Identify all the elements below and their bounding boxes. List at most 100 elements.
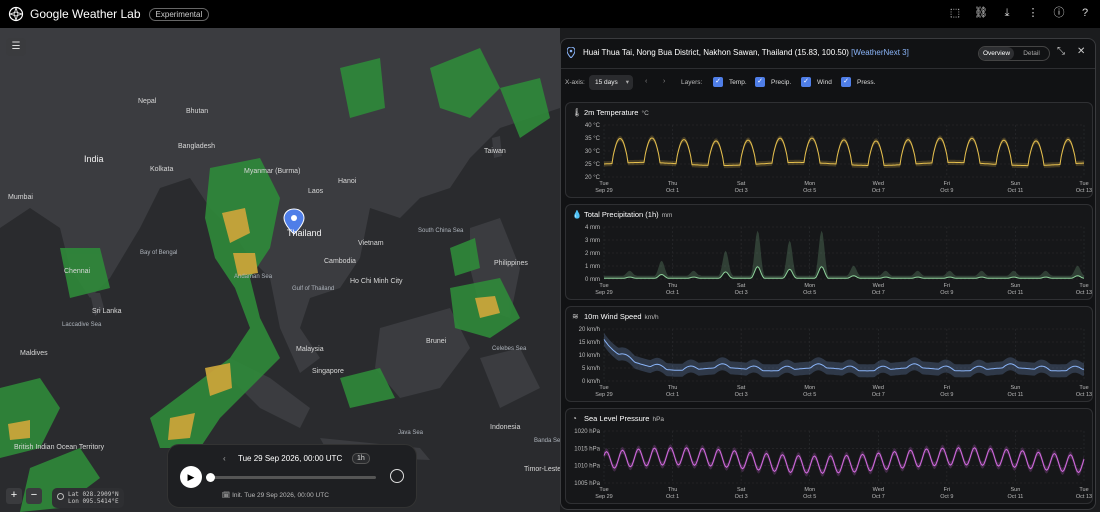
timeline-thumb[interactable] <box>206 473 215 482</box>
app-title: Google Weather Lab <box>30 7 141 21</box>
sync-icon[interactable] <box>390 469 404 483</box>
x-tick-day: Wed <box>873 181 884 187</box>
collapse-icon[interactable]: ⤡ <box>1057 46 1065 57</box>
x-tick-date: Oct 1 <box>666 494 679 500</box>
layer-filter-button[interactable]: ☰ <box>6 38 26 56</box>
y-tick-label: 30 °C <box>585 149 601 155</box>
precipitation-chart[interactable]: 💧 Total Precipitation (1h) mm 4 mm 3 mm 2 m… <box>565 204 1093 300</box>
xaxis-label: X-axis: <box>565 79 585 86</box>
x-tick-day: Sat <box>737 181 746 187</box>
x-tick-date: Oct 11 <box>1008 290 1024 296</box>
x-tick-date: Oct 3 <box>735 188 748 194</box>
map-label: Timor-Leste <box>524 466 560 473</box>
forecast-panel: Huai Thua Tai, Nong Bua District, Nakhon… <box>560 38 1096 510</box>
download-icon[interactable]: ⤓ <box>1000 6 1014 20</box>
map-label: Java Sea <box>398 430 424 436</box>
y-tick-label: 1010 hPa <box>574 464 600 470</box>
map-label: Myanmar (Burma) <box>244 168 301 175</box>
x-tick-day: Sat <box>737 385 746 391</box>
close-icon[interactable]: ✕ <box>1077 46 1085 57</box>
map-label: Mumbai <box>8 194 33 201</box>
pressure-chart[interactable]: ◔ Sea Level Pressure hPa 1020 hPa 1015 hPa… <box>565 408 1093 504</box>
select-area-icon[interactable]: ⬚ <box>948 6 962 20</box>
experimental-badge: Experimental <box>148 7 210 21</box>
y-tick-label: 0 km/h <box>582 379 600 385</box>
x-tick-date: Oct 9 <box>940 494 953 500</box>
map-label: Ho Chi Minh City <box>350 278 403 285</box>
x-tick-date: Oct 1 <box>666 392 679 398</box>
y-tick-label: 40 °C <box>585 123 601 129</box>
map-label: Banda Sea <box>534 438 560 444</box>
map-label: Celebes Sea <box>492 346 527 352</box>
temperature-chart[interactable]: 🌡 2m Temperature °C 40 °C 35 °C 30 °C 25 °C 2… <box>565 102 1093 198</box>
tab-overview[interactable]: Overview <box>979 47 1014 60</box>
map-label: Taiwan <box>484 148 506 155</box>
x-tick-date: Sep 29 <box>595 290 612 296</box>
range-select[interactable]: 15 days <box>589 75 633 90</box>
init-time: 🗓 Init. Tue 29 Sep 2026, 00:00 UTC <box>222 492 329 499</box>
pressure-plot[interactable]: 1020 hPa1015 hPa1010 hPa1005 hPaTueSep 2… <box>566 409 1094 505</box>
map-label: Andaman Sea <box>234 274 273 280</box>
timeline-track[interactable] <box>210 476 376 479</box>
map-label: Cambodia <box>324 258 356 265</box>
x-tick-day: Thu <box>668 283 677 289</box>
x-tick-date: Oct 3 <box>735 494 748 500</box>
info-icon[interactable]: ⓘ <box>1052 6 1066 20</box>
map-label: British Indian Ocean Territory <box>14 444 105 451</box>
crosshair-icon <box>57 493 64 500</box>
range-prev-icon[interactable]: ‹ <box>645 78 647 85</box>
x-tick-date: Oct 9 <box>940 392 953 398</box>
temperature-plot[interactable]: 40 °C35 °C30 °C25 °C20 °CTueSep 29ThuOct… <box>566 103 1094 199</box>
temp-checkbox[interactable]: ✓ <box>713 77 723 87</box>
wind-plot[interactable]: 20 km/h15 km/h10 km/h5 km/h0 km/hTueSep … <box>566 307 1094 403</box>
precipitation-plot[interactable]: 4 mm3 mm2 mm1 mm0 mmTueSep 29ThuOct 1Sat… <box>566 205 1094 301</box>
y-tick-label: 0 mm <box>585 277 600 283</box>
precip-checkbox-label: Precip. <box>771 79 792 86</box>
zoom-in-button[interactable]: + <box>6 488 22 504</box>
x-tick-day: Tue <box>599 385 608 391</box>
top-bar: Google Weather Lab Experimental ⬚ ⛓ ⤓ ⋮ … <box>0 0 1100 28</box>
x-tick-day: Sat <box>737 283 746 289</box>
previous-step-icon[interactable]: ‹ <box>223 454 226 463</box>
y-tick-label: 3 mm <box>585 238 600 244</box>
help-icon[interactable]: ? <box>1078 6 1092 20</box>
x-tick-day: Fri <box>944 283 950 289</box>
link-icon[interactable]: ⛓ <box>974 6 988 20</box>
x-tick-day: Tue <box>1079 385 1088 391</box>
x-tick-day: Mon <box>804 385 815 391</box>
x-tick-date: Oct 1 <box>666 188 679 194</box>
x-tick-day: Sun <box>1011 385 1021 391</box>
precip-checkbox[interactable]: ✓ <box>755 77 765 87</box>
map-label: Indonesia <box>490 424 521 431</box>
map-label: Kolkata <box>150 166 174 173</box>
y-tick-label: 1015 hPa <box>574 446 600 452</box>
longitude-readout: Lon 095.5414°E <box>68 498 119 505</box>
map-label: Philippines <box>494 260 528 267</box>
range-next-icon[interactable]: › <box>663 78 665 85</box>
y-tick-label: 5 km/h <box>582 366 600 372</box>
play-button[interactable]: ▶ <box>180 466 202 488</box>
press-checkbox-label: Press. <box>857 79 876 86</box>
x-tick-date: Oct 9 <box>940 188 953 194</box>
x-tick-day: Mon <box>804 181 815 187</box>
y-tick-label: 20 km/h <box>579 327 600 333</box>
press-checkbox[interactable]: ✓ <box>841 77 851 87</box>
map-label: Brunei <box>426 338 447 345</box>
tab-detail[interactable]: Detail <box>1014 47 1049 60</box>
zoom-out-button[interactable]: − <box>26 488 42 504</box>
x-tick-day: Tue <box>1079 487 1088 493</box>
map-label: Nepal <box>138 98 157 105</box>
x-tick-day: Fri <box>944 181 950 187</box>
x-tick-date: Oct 5 <box>803 494 816 500</box>
land-mass-sulawesi <box>480 348 540 408</box>
wind-checkbox[interactable]: ✓ <box>801 77 811 87</box>
more-vert-icon[interactable]: ⋮ <box>1026 6 1040 20</box>
time-step-select[interactable]: 1h <box>352 453 370 464</box>
y-tick-label: 1 mm <box>585 264 600 270</box>
x-tick-date: Oct 1 <box>666 290 679 296</box>
wind-chart[interactable]: ≋ 10m Wind Speed km/h 20 km/h 15 km/h 10 km… <box>565 306 1093 402</box>
x-tick-date: Oct 7 <box>872 188 885 194</box>
map-label: Chennai <box>64 268 91 275</box>
map-label: Laccadive Sea <box>62 322 102 328</box>
map-view[interactable]: Nepal Bhutan Bangladesh India Kolkata Myanmar… <box>0 28 560 512</box>
